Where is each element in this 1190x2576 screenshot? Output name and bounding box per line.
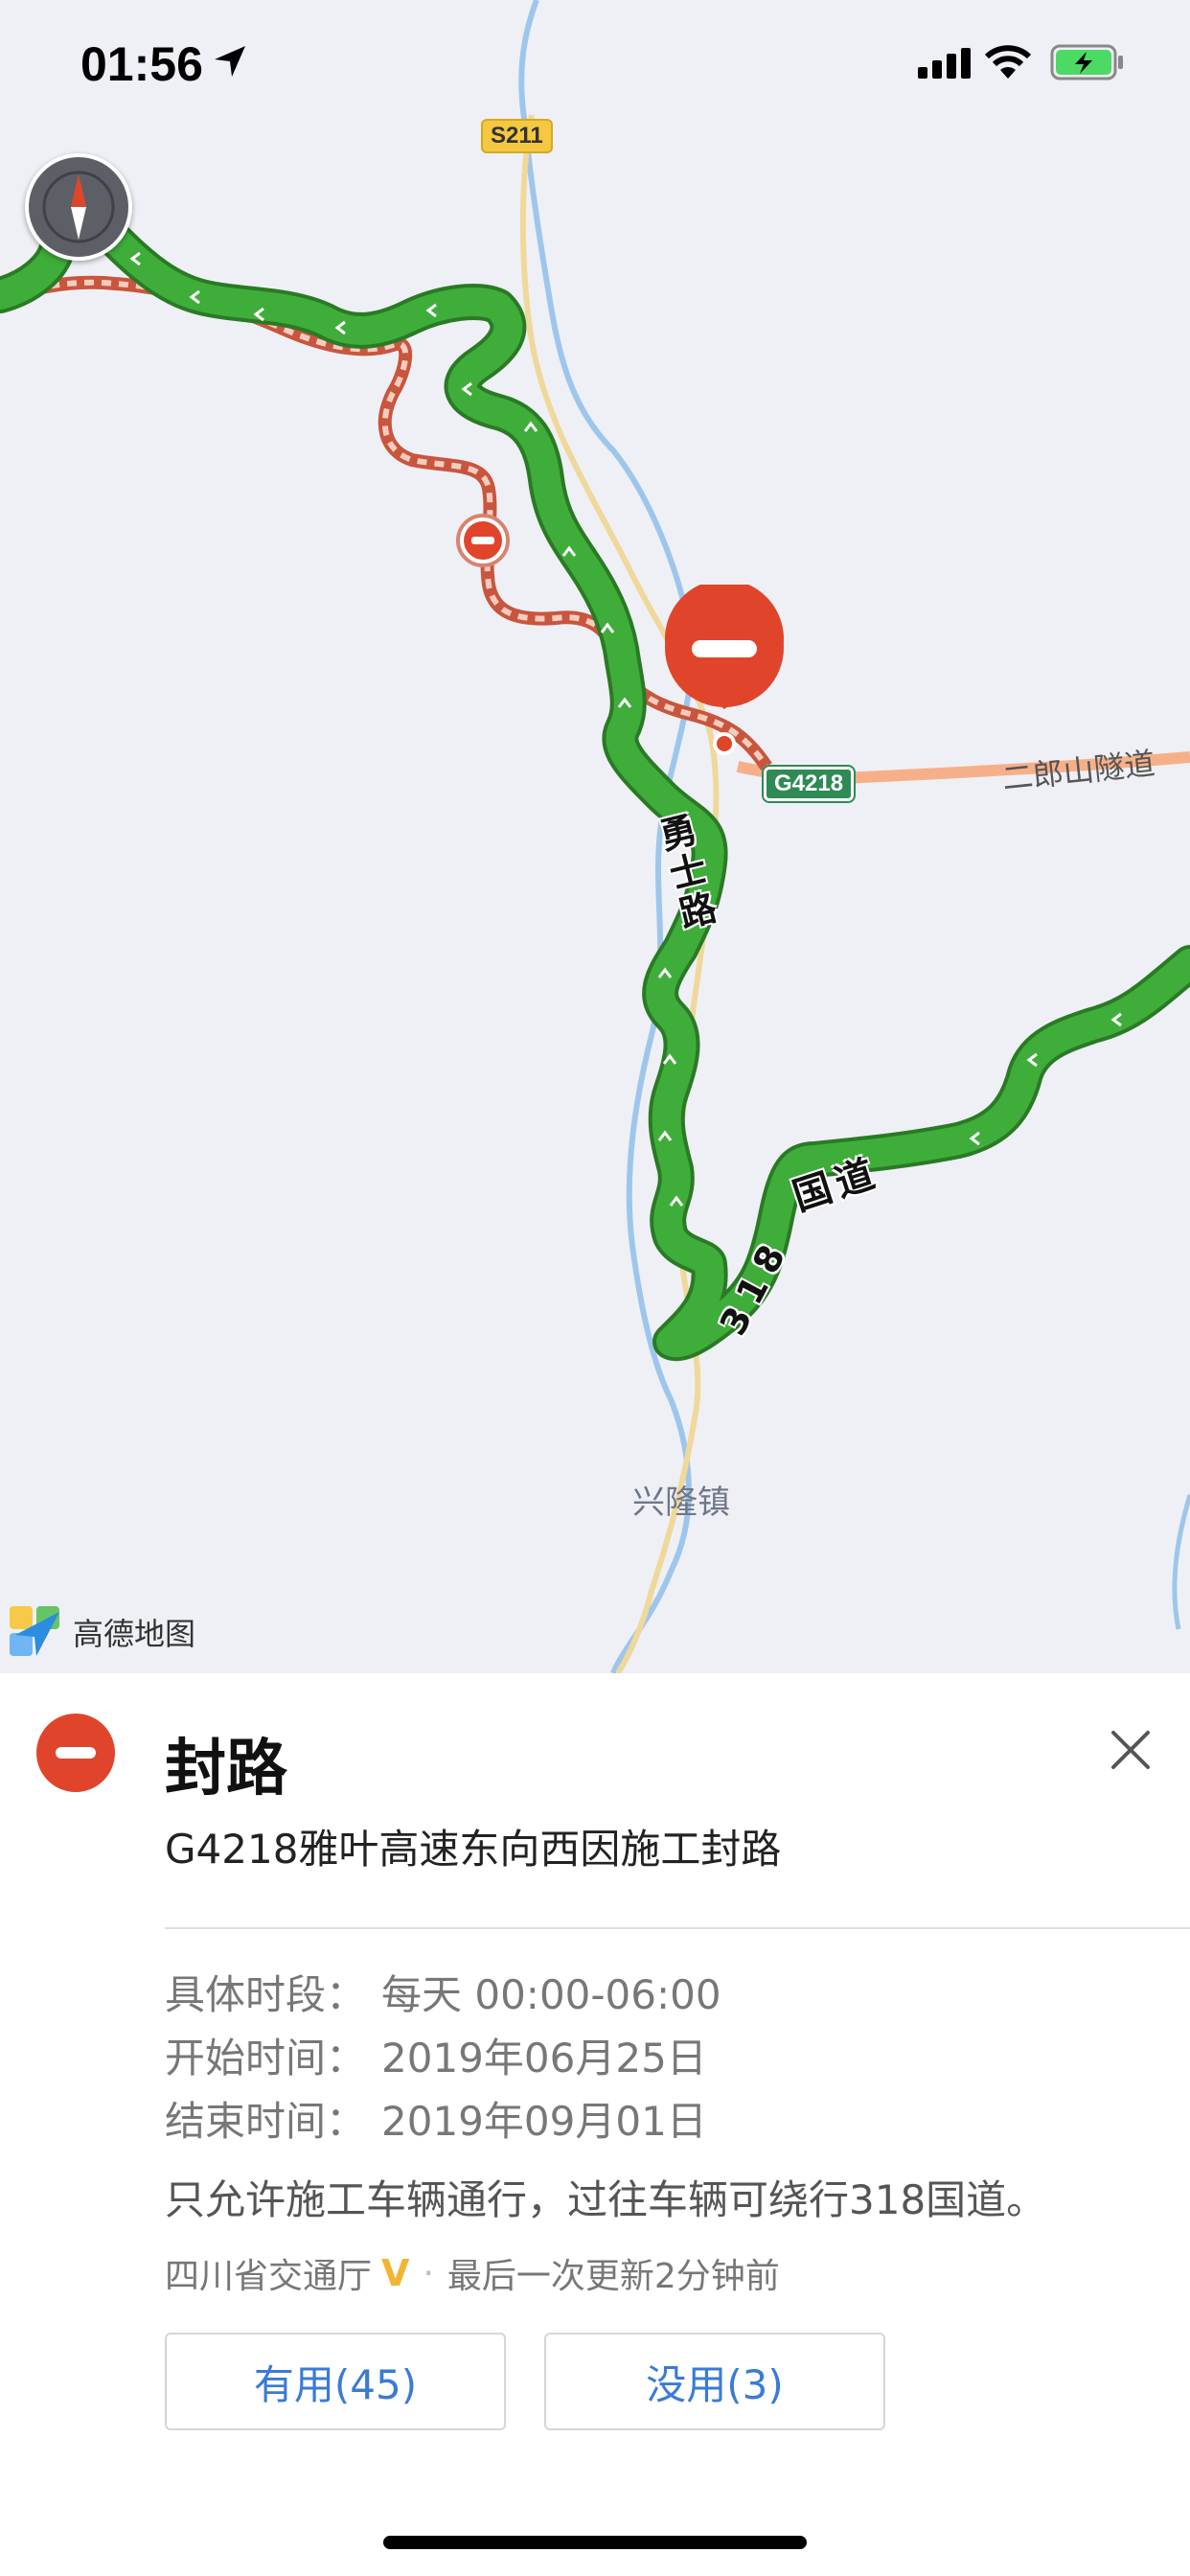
- map-view[interactable]: 01:56 S211 G4218 二郎山隧道 勇士路 318 国道 兴隆镇 高德…: [0, 0, 1190, 1673]
- source-line: 四川省交通厅 V · 最后一次更新2分钟前: [165, 2248, 780, 2298]
- location-arrow-icon: [215, 46, 245, 77]
- amap-logo-icon: [10, 1606, 59, 1656]
- close-icon[interactable]: [1104, 1723, 1157, 1777]
- road-shield-s211[interactable]: S211: [481, 119, 553, 153]
- road-closure-marker[interactable]: [454, 512, 512, 569]
- closed-road-outline: [0, 275, 772, 770]
- separator-dot: ·: [423, 2253, 434, 2293]
- start-time-value: 2019年06月25日: [381, 2035, 707, 2082]
- sheet-title: 封路: [165, 1734, 287, 1805]
- status-bar: 01:56: [0, 0, 1190, 125]
- cellular-signal-icon: [918, 48, 971, 79]
- end-time-row: 结束时间： 2019年09月01日: [165, 2089, 707, 2148]
- end-time-label: 结束时间：: [165, 2098, 367, 2145]
- battery-charging-icon: [1050, 44, 1123, 80]
- start-time-row: 开始时间： 2019年06月25日: [165, 2026, 707, 2084]
- status-time: 01:56: [80, 37, 203, 91]
- town-label[interactable]: 兴隆镇: [632, 1476, 730, 1523]
- wifi-icon: [984, 45, 1032, 79]
- verified-icon: V: [381, 2252, 410, 2294]
- compass-icon: [42, 171, 115, 243]
- end-time-value: 2019年09月01日: [381, 2098, 707, 2145]
- closure-detail-sheet: 封路 G4218雅叶高速东向西因施工封路 具体时段： 每天 00:00-06:00…: [0, 1673, 1190, 2576]
- closure-description: G4218雅叶高速东向西因施工封路: [165, 1826, 782, 1873]
- selected-road-closure-pin[interactable]: [661, 585, 788, 767]
- road-shield-g4218[interactable]: G4218: [761, 765, 857, 803]
- useless-button[interactable]: 没用(3): [544, 2333, 885, 2430]
- divider: [165, 1927, 1190, 1929]
- period-value: 每天 00:00-06:00: [381, 1971, 721, 2018]
- start-time-label: 开始时间：: [165, 2035, 367, 2082]
- map-canvas[interactable]: [0, 0, 1190, 1673]
- river-east: [1172, 1494, 1190, 1630]
- period-row: 具体时段： 每天 00:00-06:00: [165, 1963, 721, 2021]
- screen: 01:56 S211 G4218 二郎山隧道 勇士路 318 国道 兴隆镇 高德…: [0, 0, 1190, 2576]
- period-label: 具体时段：: [165, 1971, 367, 2018]
- useful-button[interactable]: 有用(45): [165, 2333, 506, 2430]
- amap-logo: 高德地图: [8, 1604, 195, 1660]
- compass-button[interactable]: [25, 153, 132, 261]
- last-updated: 最后一次更新2分钟前: [446, 2257, 780, 2296]
- detour-note: 只允许施工车辆通行，过往车辆可绕行318国道。: [165, 2176, 1047, 2223]
- home-indicator[interactable]: [383, 2536, 807, 2549]
- source-name: 四川省交通厅: [165, 2257, 373, 2296]
- amap-logo-text: 高德地图: [73, 1616, 196, 1652]
- road-closed-icon: [36, 1714, 115, 1792]
